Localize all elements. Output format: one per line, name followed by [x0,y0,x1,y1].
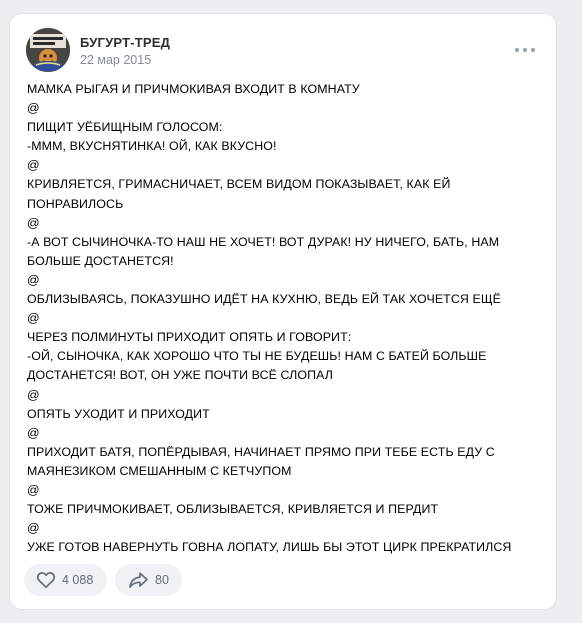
group-name[interactable]: БУГУРТ-ТРЕД [80,35,170,50]
like-button[interactable]: 4 088 [24,564,107,596]
post-card: БУГУРТ-ТРЕД 22 мар 2015 МАМКА РЫГАЯ И ПР… [10,14,556,609]
text-line: КРИВЛЯЕТСЯ, ГРИМАСНИЧАЕТ, ВСЕМ ВИДОМ ПОК… [27,177,451,192]
post-date[interactable]: 22 мар 2015 [80,53,151,67]
separator-line: @ [27,158,40,173]
like-count: 4 088 [62,573,94,587]
separator-line: @ [27,425,40,440]
separator-line: @ [27,482,40,497]
heart-icon [36,572,56,589]
share-button[interactable]: 80 [115,564,182,596]
share-count: 80 [155,573,169,587]
post-text: МАМКА РЫГАЯ И ПРИЧМОКИВАЯ ВХОДИТ В КОМНА… [27,80,539,557]
separator-line: @ [27,387,40,402]
separator-line: @ [27,311,40,326]
more-icon[interactable] [514,46,536,54]
text-line: ОПЯТЬ УХОДИТ И ПРИХОДИТ [27,406,210,421]
separator-line: @ [27,215,40,230]
separator-line: @ [27,521,40,536]
text-line: ПОНРАВИЛОСЬ [27,196,124,211]
text-line: УЖЕ ГОТОВ НАВЕРНУТЬ ГОВНА ЛОПАТУ, ЛИШЬ Б… [27,540,512,555]
share-arrow-icon [129,572,148,588]
text-line: МАЯНЕЗИКОМ СМЕШАННЫМ С КЕТЧУПОМ [27,463,292,478]
bugurt-avatar-image [26,28,70,72]
text-line: -А ВОТ СЫЧИНОЧКА-ТО НАШ НЕ ХОЧЕТ! ВОТ ДУ… [27,234,500,249]
group-avatar[interactable] [26,28,70,72]
text-line: ДОСТАНЕТСЯ! ВОТ, ОН УЖЕ ПОЧТИ ВСЁ СЛОПАЛ [27,368,334,383]
text-line: ПРИХОДИТ БАТЯ, ПОПЁРДЫВАЯ, НАЧИНАЕТ ПРЯМ… [27,444,495,459]
separator-line: @ [27,272,40,287]
text-line: -МММ, ВКУСНЯТИНКА! ОЙ, КАК ВКУСНО! [27,139,277,154]
text-line: МАМКА РЫГАЯ И ПРИЧМОКИВАЯ ВХОДИТ В КОМНА… [27,82,360,96]
text-line: ТОЖЕ ПРИЧМОКИВАЕТ, ОБЛИЗЫВАЕТСЯ, КРИВЛЯЕ… [27,502,439,517]
separator-line: @ [27,101,40,116]
text-line: ОБЛИЗЫВАЯСЬ, ПОКАЗУШНО ИДЁТ НА КУХНЮ, ВЕ… [27,292,501,307]
text-line: ПИЩИТ УЁБИЩНЫМ ГОЛОСОМ: [27,120,223,135]
text-line: -ОЙ, СЫНОЧКА, КАК ХОРОШО ЧТО ТЫ НЕ БУДЕШ… [27,349,487,364]
text-line: БОЛЬШЕ ДОСТАНЕТСЯ! [27,253,174,268]
text-line: ЧЕРЕЗ ПОЛМИНУТЫ ПРИХОДИТ ОПЯТЬ И ГОВОРИТ… [27,330,352,345]
